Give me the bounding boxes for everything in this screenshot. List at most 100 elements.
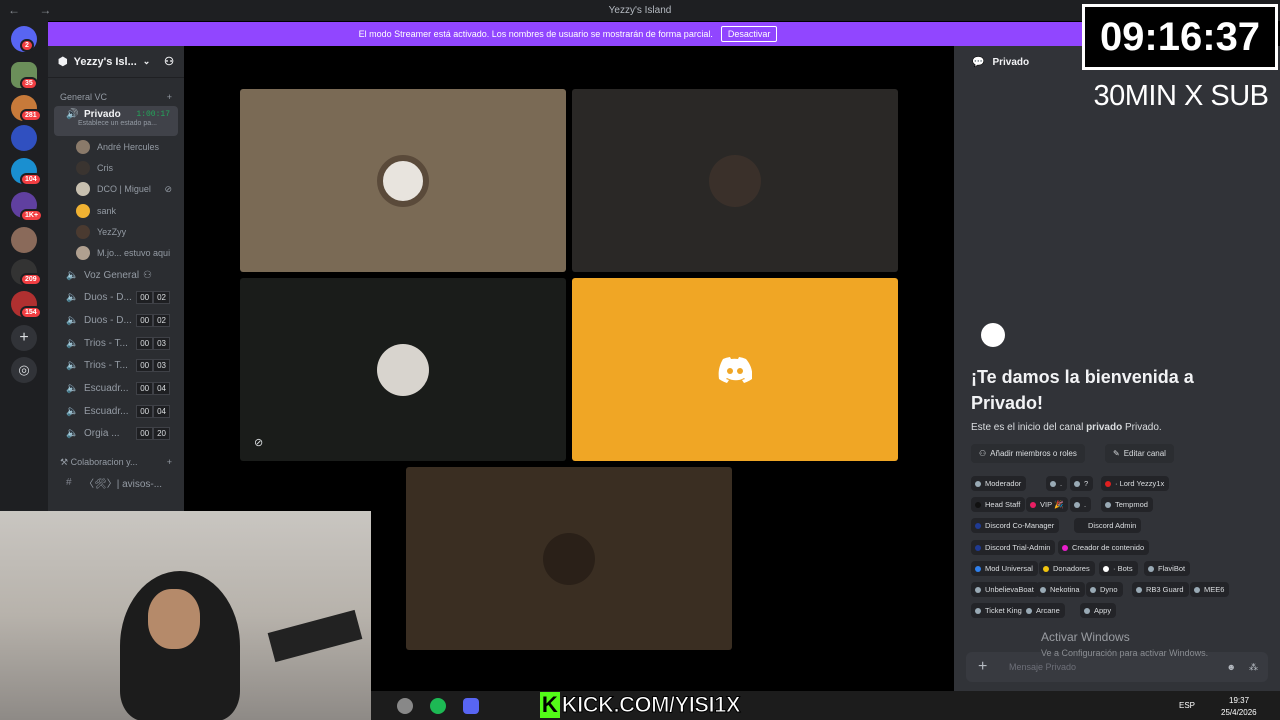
role-pill[interactable]: UnbelievaBoat <box>971 582 1039 597</box>
voice-channel[interactable]: 🔈 Voz General ⚇ <box>54 264 178 287</box>
voice-channel[interactable]: 🔈 Escuadr... 00 04 <box>54 400 178 423</box>
role-color-dot <box>1040 586 1046 593</box>
role-pill[interactable]: FlaviBot <box>1144 561 1191 576</box>
voice-member[interactable]: M.jo... estuvo aqui <box>48 242 184 263</box>
emoji-icon[interactable]: ☻ <box>1227 662 1236 672</box>
role-pill[interactable]: Creador de contenido <box>1058 540 1150 555</box>
tools-icon: ⚒ <box>60 456 71 467</box>
participant-tile[interactable] <box>572 278 898 461</box>
role-label: Creador de contenido <box>1072 543 1145 552</box>
role-pill[interactable]: Discord Co-Manager <box>971 518 1060 533</box>
speaker-icon: 🔈 <box>66 315 79 326</box>
role-pill[interactable]: Mod Universal <box>971 561 1038 576</box>
add-channel-icon[interactable]: + <box>167 457 172 467</box>
role-pill[interactable]: Discord Admin <box>1074 518 1142 533</box>
role-color-dot <box>1050 480 1056 487</box>
voice-channel[interactable]: 🔈 Duos - D... 00 02 <box>54 309 178 332</box>
add-members-button[interactable]: ⚇ Añadir miembros o roles <box>971 444 1085 463</box>
voice-member[interactable]: André Hercules <box>48 136 184 157</box>
category-colaboracion[interactable]: ⚒ Colaboracion y... + <box>48 453 184 471</box>
voice-channel[interactable]: 🔈 Trios - T... 00 03 <box>54 332 178 355</box>
role-pill[interactable]: · Bots <box>1099 561 1138 576</box>
voice-channel[interactable]: 🔈 Escuadr... 00 04 <box>54 377 178 400</box>
role-pill[interactable]: Head Staff <box>971 497 1026 512</box>
role-pill[interactable]: MEE6 <box>1190 582 1230 597</box>
status-prompt[interactable]: Establece un estado pa... <box>66 120 157 127</box>
member-name: André Hercules <box>97 141 160 152</box>
user-count: 00 03 <box>136 336 170 350</box>
add-server-icon[interactable]: + <box>11 325 37 351</box>
windows-taskbar: ESP 19:37 25/4/2026 <box>371 691 1280 720</box>
user-count: 00 02 <box>136 291 170 305</box>
role-color-dot <box>1026 607 1032 614</box>
role-pill[interactable]: . <box>1046 476 1068 491</box>
server-header[interactable]: ⬢ Yezzy's Isl... ⌄ ⚇ <box>48 46 184 78</box>
role-color-dot <box>1136 586 1142 593</box>
guild-icon[interactable] <box>11 227 37 253</box>
role-label: Nekotina <box>1050 585 1080 594</box>
role-pill[interactable]: Moderador <box>971 476 1027 491</box>
role-pill[interactable]: Ticket King <box>971 603 1027 618</box>
invite-icon[interactable]: ⚇ <box>164 55 174 68</box>
taskbar-date[interactable]: 25/4/2026 <box>1221 708 1257 717</box>
speaker-icon: 🔊 <box>66 109 79 120</box>
guild-badge: 2 <box>20 39 34 52</box>
role-pill[interactable]: Dyno <box>1086 582 1123 597</box>
participant-tile[interactable] <box>572 89 898 272</box>
role-pill[interactable]: RB3 Guard <box>1132 582 1189 597</box>
taskbar-language[interactable]: ESP <box>1179 701 1195 710</box>
text-channel[interactable]: # 〈🛠〉| avisos-... <box>54 471 178 494</box>
role-color-dot <box>1062 544 1068 551</box>
voice-member[interactable]: YezZyy <box>48 221 184 242</box>
taskbar-time[interactable]: 19:37 <box>1229 696 1249 705</box>
channel-label: Escuadr... <box>84 383 129 395</box>
participant-tile[interactable] <box>240 89 566 272</box>
add-attachment-icon[interactable]: + <box>978 658 987 676</box>
participant-tile[interactable]: ⊘ <box>240 278 566 461</box>
guild-badge: 35 <box>20 77 38 90</box>
chevron-down-icon[interactable]: ⌄ <box>143 56 151 67</box>
streamer-face <box>148 589 200 649</box>
edit-channel-button[interactable]: ✎ Editar canal <box>1105 444 1174 463</box>
participant-tile[interactable] <box>406 467 732 650</box>
obs-icon[interactable] <box>397 698 413 714</box>
role-pill[interactable]: Discord Trial-Admin <box>971 540 1056 555</box>
voice-channel[interactable]: 🔈 Orgia ... 00 20 <box>54 423 178 446</box>
role-label: VIP 🎉 <box>1040 500 1064 509</box>
role-pill[interactable]: Nekotina <box>1036 582 1085 597</box>
role-color-dot <box>975 522 981 529</box>
user-count: 00 04 <box>136 404 170 418</box>
channel-label: Trios - T... <box>84 360 128 372</box>
microphone-arm <box>267 609 363 663</box>
role-pill[interactable]: ? <box>1070 476 1094 491</box>
muted-icon: ⊘ <box>254 437 264 449</box>
role-pill[interactable]: VIP 🎉 <box>1026 497 1069 512</box>
voice-channel[interactable]: 🔈 Duos - D... 00 02 <box>54 286 178 309</box>
role-pill[interactable]: Tempmod <box>1101 497 1153 512</box>
role-label: ? <box>1084 479 1089 488</box>
role-pill[interactable]: Appy <box>1080 603 1117 618</box>
guild-icon[interactable] <box>11 125 37 151</box>
member-status: estuvo aqui <box>124 248 171 259</box>
voice-channel[interactable]: 🔈 Trios - T... 00 03 <box>54 355 178 378</box>
message-placeholder: Mensaje Privado <box>1009 662 1077 672</box>
discord-taskbar-icon[interactable] <box>463 698 479 714</box>
apps-icon[interactable]: ⁂ <box>1249 662 1258 673</box>
avatar <box>543 532 595 585</box>
add-channel-icon[interactable]: + <box>167 92 172 102</box>
explore-icon[interactable]: ◎ <box>11 357 37 383</box>
activate-windows-subtitle: Ve a Configuración para activar Windows. <box>1041 648 1209 658</box>
speaker-icon: 🔈 <box>66 269 79 281</box>
role-pill[interactable]: Arcane <box>1022 603 1065 618</box>
voice-member[interactable]: Cris <box>48 157 184 178</box>
deactivate-button[interactable]: Desactivar <box>720 26 778 42</box>
voice-member[interactable]: DCO | Miguel ⊘ <box>48 179 184 200</box>
category-general-vc[interactable]: General VC + <box>48 88 184 106</box>
role-label: Discord Trial-Admin <box>985 543 1051 552</box>
spotify-icon[interactable] <box>430 698 446 714</box>
voice-member[interactable]: sank <box>48 200 184 221</box>
role-pill[interactable]: . <box>1070 497 1092 512</box>
role-pill[interactable]: Donadores <box>1039 561 1095 576</box>
role-pill[interactable]: · Lord Yezzy1x <box>1101 476 1170 491</box>
channel-privado[interactable]: 🔊 Privado 1:00:17 Establece un estado pa… <box>54 106 178 136</box>
